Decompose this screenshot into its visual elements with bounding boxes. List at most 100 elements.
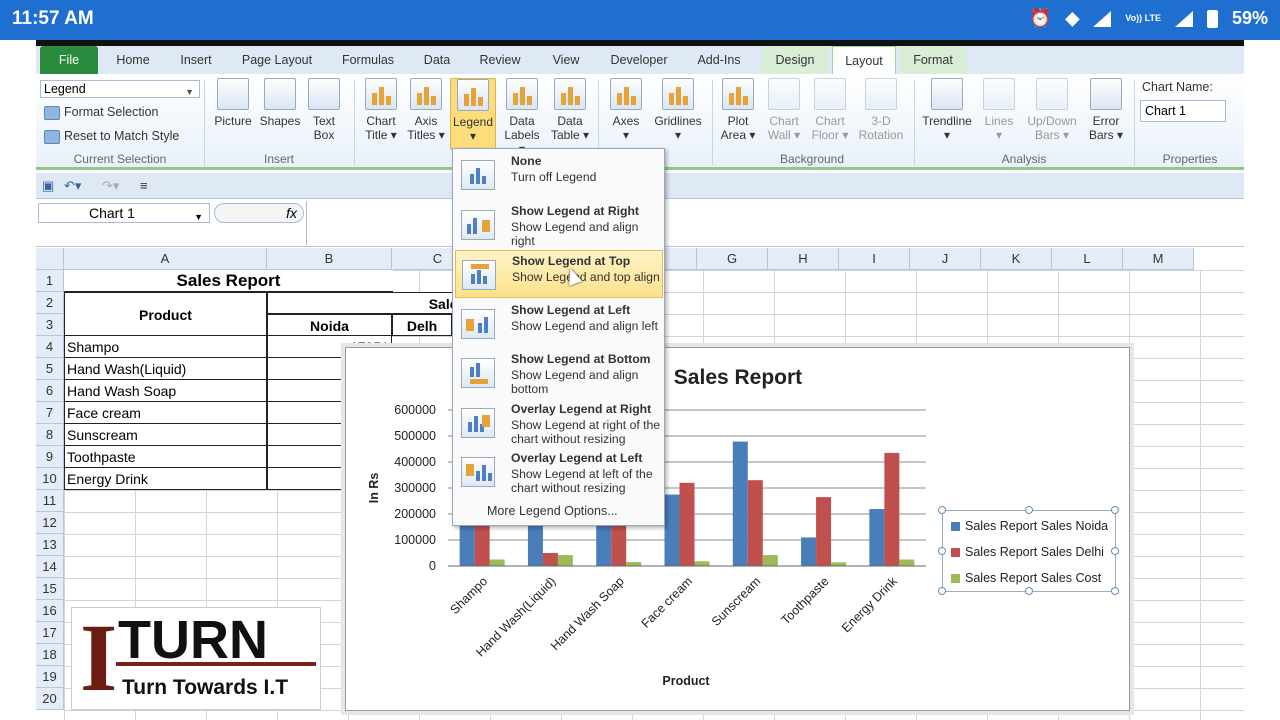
tab-page-layout[interactable]: Page Layout xyxy=(234,46,320,74)
tab-format[interactable]: Format xyxy=(900,46,966,74)
column-header[interactable]: B xyxy=(267,248,392,270)
product-cell[interactable]: Hand Wash Soap xyxy=(64,380,267,402)
legend-resize-handle[interactable] xyxy=(1025,587,1033,595)
chart-name-input[interactable]: Chart 1 xyxy=(1140,100,1226,122)
legend-resize-handle[interactable] xyxy=(1111,587,1119,595)
row-header[interactable]: 18 xyxy=(36,644,64,666)
tab-design[interactable]: Design xyxy=(762,46,828,74)
row-header[interactable]: 16 xyxy=(36,600,64,622)
legend-option-overlay-right[interactable]: Overlay Legend at Right Show Legend at r… xyxy=(455,399,663,447)
row-header[interactable]: 1 xyxy=(36,270,64,292)
delhi-header-cell[interactable]: Delh xyxy=(392,314,452,336)
row-header[interactable]: 6 xyxy=(36,380,64,402)
chart-legend[interactable]: Sales Report Sales Noida Sales Report Sa… xyxy=(938,506,1119,595)
row-header[interactable]: 17 xyxy=(36,622,64,644)
sales-header-cell[interactable]: Sales xyxy=(267,292,467,314)
insert-function-button[interactable]: fx xyxy=(214,203,304,223)
legend-resize-handle[interactable] xyxy=(938,547,946,555)
column-header[interactable]: H xyxy=(768,248,839,270)
select-all-corner[interactable] xyxy=(36,248,64,270)
column-header[interactable]: L xyxy=(1052,248,1123,270)
column-header[interactable]: J xyxy=(910,248,981,270)
tab-developer[interactable]: Developer xyxy=(602,46,676,74)
product-cell[interactable]: Hand Wash(Liquid) xyxy=(64,358,267,380)
row-header[interactable]: 12 xyxy=(36,512,64,534)
tab-view[interactable]: View xyxy=(542,46,590,74)
noida-header-cell[interactable]: Noida xyxy=(267,314,392,336)
product-cell[interactable]: Sunscream xyxy=(64,424,267,446)
legend-resize-handle[interactable] xyxy=(938,506,946,514)
column-header[interactable]: A xyxy=(64,248,267,270)
row-header[interactable]: 15 xyxy=(36,578,64,600)
3d-rotation-button[interactable]: 3-D Rotation xyxy=(854,78,908,142)
tab-file[interactable]: File xyxy=(40,46,98,74)
chart-wall-button[interactable]: Chart Wall ▾ xyxy=(762,78,806,142)
legend-option-none[interactable]: None Turn off Legend xyxy=(455,151,663,199)
text-box-button[interactable]: Text Box xyxy=(306,78,342,142)
sheet-title-cell[interactable]: Sales Report xyxy=(64,270,393,292)
data-labels-button[interactable]: DataLabels ▾ xyxy=(500,78,544,156)
legend-resize-handle[interactable] xyxy=(1111,547,1119,555)
gridlines-button[interactable]: Gridlines ▾ xyxy=(650,78,706,142)
lines-button[interactable]: Lines ▾ xyxy=(978,78,1020,142)
trendline-button[interactable]: Trendline ▾ xyxy=(918,78,976,142)
picture-button[interactable]: Picture xyxy=(210,78,256,128)
legend-button[interactable]: Legend ▾ xyxy=(450,78,496,150)
tab-home[interactable]: Home xyxy=(108,46,158,74)
customize-qat-icon[interactable]: ≡ xyxy=(140,178,148,193)
product-cell[interactable]: Energy Drink xyxy=(64,468,267,490)
name-box[interactable]: Chart 1 ▼ xyxy=(38,203,210,223)
legend-option-right[interactable]: Show Legend at Right Show Legend and ali… xyxy=(455,201,663,249)
product-header-cell[interactable]: Product xyxy=(64,292,267,336)
product-cell[interactable]: Shampo xyxy=(64,336,267,358)
axis-titles-button[interactable]: Axis Titles ▾ xyxy=(404,78,448,142)
product-cell[interactable]: Toothpaste xyxy=(64,446,267,468)
row-header[interactable]: 3 xyxy=(36,314,64,336)
reset-style-button[interactable]: Reset to Match Style xyxy=(44,129,179,144)
legend-option-top[interactable]: Show Legend at Top Show Legend and top a… xyxy=(455,250,663,298)
row-header[interactable]: 13 xyxy=(36,534,64,556)
product-cell[interactable]: Face cream xyxy=(64,402,267,424)
tab-layout[interactable]: Layout xyxy=(832,46,896,74)
row-header[interactable]: 8 xyxy=(36,424,64,446)
legend-resize-handle[interactable] xyxy=(938,587,946,595)
legend-option-bottom[interactable]: Show Legend at Bottom Show Legend and al… xyxy=(455,349,663,397)
plot-area-button[interactable]: Plot Area ▾ xyxy=(716,78,760,142)
tab-insert[interactable]: Insert xyxy=(170,46,222,74)
row-header[interactable]: 10 xyxy=(36,468,64,490)
chart-element-combo[interactable]: Legend ▼ xyxy=(40,80,200,98)
save-icon[interactable]: ▣ xyxy=(42,178,54,194)
tab-review[interactable]: Review xyxy=(472,46,528,74)
legend-option-left[interactable]: Show Legend at Left Show Legend and alig… xyxy=(455,300,663,348)
legend-resize-handle[interactable] xyxy=(1111,506,1119,514)
row-header[interactable]: 9 xyxy=(36,446,64,468)
row-header[interactable]: 7 xyxy=(36,402,64,424)
tab-add-ins[interactable]: Add-Ins xyxy=(688,46,750,74)
column-header[interactable]: K xyxy=(981,248,1052,270)
format-selection-button[interactable]: Format Selection xyxy=(44,105,158,120)
tab-formulas[interactable]: Formulas xyxy=(332,46,404,74)
redo-icon[interactable]: ↷▾ xyxy=(102,178,119,194)
more-legend-options[interactable]: More Legend Options... xyxy=(487,504,618,518)
error-bars-button[interactable]: Error Bars ▾ xyxy=(1084,78,1128,142)
column-header[interactable]: M xyxy=(1123,248,1194,270)
row-header[interactable]: 11 xyxy=(36,490,64,512)
column-header[interactable]: I xyxy=(839,248,910,270)
row-header[interactable]: 5 xyxy=(36,358,64,380)
undo-icon[interactable]: ↶▾ xyxy=(64,178,81,194)
chart-title-button[interactable]: Chart Title ▾ xyxy=(360,78,402,142)
legend-option-overlay-left[interactable]: Overlay Legend at Left Show Legend at le… xyxy=(455,448,663,496)
shapes-button[interactable]: Shapes xyxy=(256,78,304,128)
up-down-bars-button[interactable]: Up/Down Bars ▾ xyxy=(1022,78,1082,142)
row-header[interactable]: 2 xyxy=(36,292,64,314)
legend-resize-handle[interactable] xyxy=(1025,506,1033,514)
column-header[interactable]: G xyxy=(697,248,768,270)
chart-floor-button[interactable]: Chart Floor ▾ xyxy=(808,78,852,142)
axes-button[interactable]: Axes ▾ xyxy=(604,78,648,142)
row-header[interactable]: 4 xyxy=(36,336,64,358)
tab-data[interactable]: Data xyxy=(416,46,458,74)
row-header[interactable]: 19 xyxy=(36,666,64,688)
row-header[interactable]: 14 xyxy=(36,556,64,578)
formula-input[interactable] xyxy=(306,201,1244,245)
data-table-button[interactable]: Data Table ▾ xyxy=(548,78,592,142)
